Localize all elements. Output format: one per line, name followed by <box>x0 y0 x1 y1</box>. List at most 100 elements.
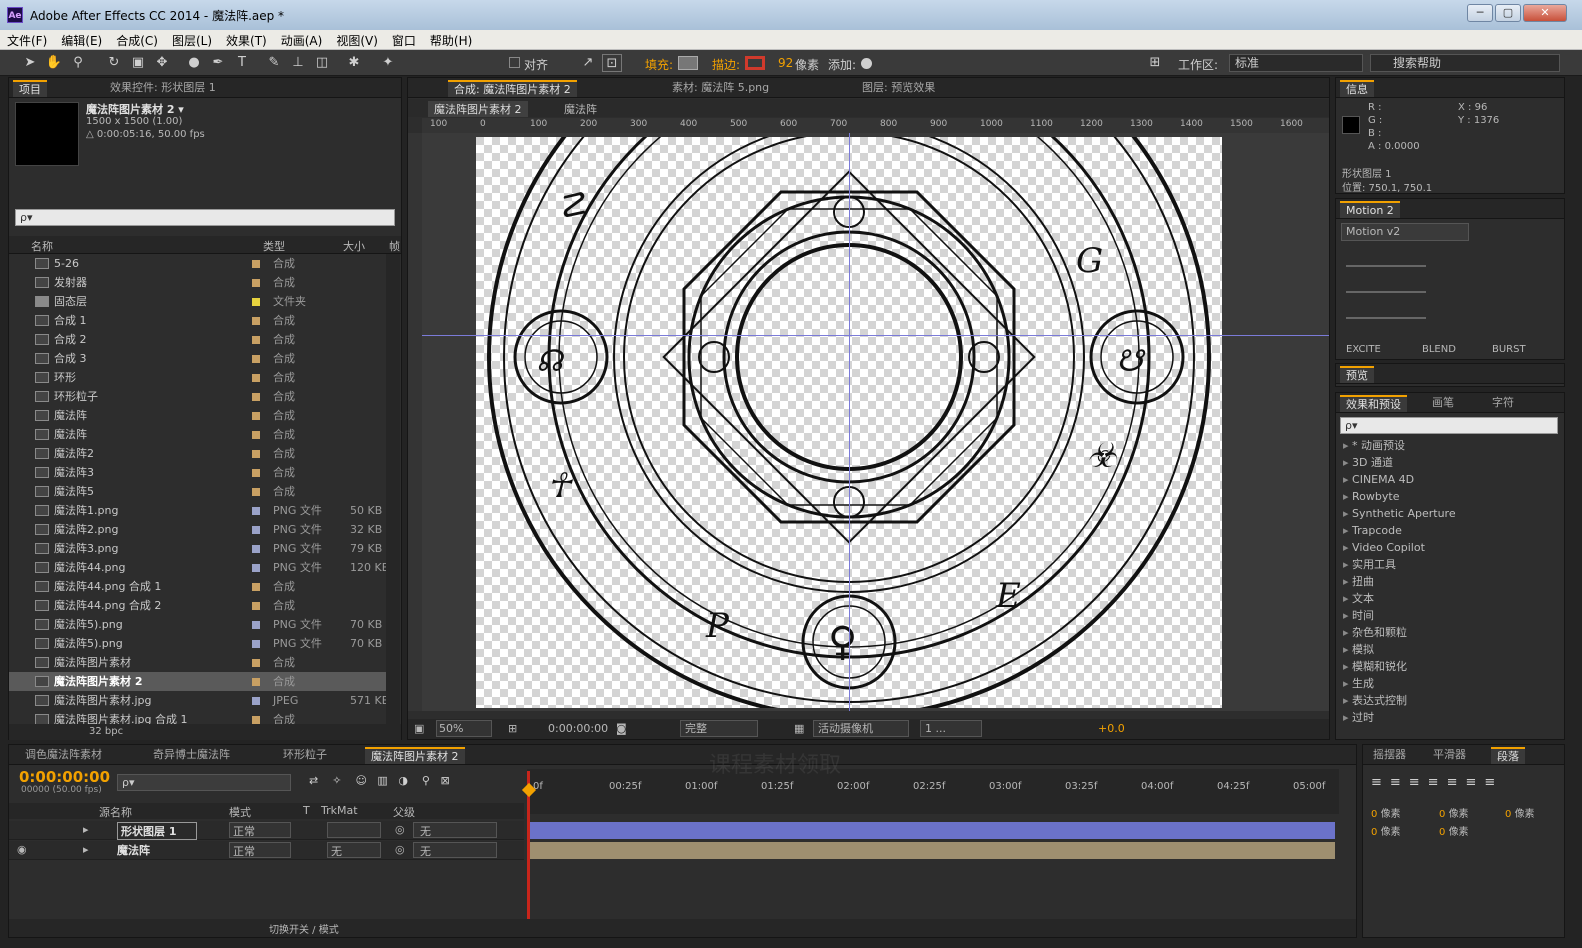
tab-wiggler[interactable]: 摇摆器 <box>1367 747 1412 764</box>
shy-icon[interactable]: ☺ <box>355 774 366 787</box>
help-search-input[interactable]: 搜索帮助 <box>1370 54 1560 72</box>
col-source-name[interactable]: 源名称 <box>99 804 132 820</box>
project-item[interactable]: 合成 3 合成 <box>9 349 394 368</box>
project-item[interactable]: 魔法阵44.png 合成 2 合成 <box>9 596 394 615</box>
project-item[interactable]: 魔法阵5 合成 <box>9 482 394 501</box>
tab-info[interactable]: 信息 <box>1340 80 1374 97</box>
col-fps[interactable]: 帧 <box>389 238 400 254</box>
label-color-swatch[interactable] <box>252 260 260 268</box>
tab-character[interactable]: 字符 <box>1486 395 1520 412</box>
label-color-swatch[interactable] <box>252 279 260 287</box>
timeline-timecode[interactable]: 0:00:00:00 <box>19 768 110 786</box>
project-item[interactable]: 魔法阵5).png PNG 文件 70 KB <box>9 634 394 653</box>
workspace-select[interactable]: 标准 <box>1229 54 1363 72</box>
project-item[interactable]: 魔法阵2.png PNG 文件 32 KB <box>9 520 394 539</box>
expand-chevron-icon[interactable]: ▸ <box>83 823 89 836</box>
effect-category[interactable]: 生成 <box>1343 675 1374 692</box>
effect-category[interactable]: 模拟 <box>1343 641 1374 658</box>
exposure-value[interactable]: +0.0 <box>1098 722 1125 735</box>
timeline-layer-row[interactable]: ◉ ▸ 魔法阵 正常 无 ◎ 无 <box>9 841 524 860</box>
effect-category[interactable]: 时间 <box>1343 607 1374 624</box>
label-color-swatch[interactable] <box>252 678 260 686</box>
pickwhip-icon[interactable]: ◎ <box>395 823 405 836</box>
paragraph-align-buttons[interactable]: ≡≡≡≡≡≡≡ <box>1371 775 1503 790</box>
timeline-tab[interactable]: 奇异博士魔法阵 <box>147 747 236 764</box>
layer-name[interactable]: 魔法阵 <box>117 842 150 858</box>
menu-view[interactable]: 视图(V) <box>329 30 385 51</box>
label-color-swatch[interactable] <box>252 507 260 515</box>
motion-slider-1[interactable] <box>1346 265 1426 267</box>
effect-category[interactable]: Video Copilot <box>1343 539 1425 556</box>
layer-trkmat-select[interactable]: 无 <box>327 842 381 858</box>
label-color-swatch[interactable] <box>252 583 260 591</box>
toggle-switches-modes[interactable]: 切换开关 / 模式 <box>269 921 339 936</box>
comp-viewer[interactable]: ☡ G ☣ E P ☥ ♀ ☊ ☋ <box>422 133 1329 711</box>
space-after[interactable]: 0 像素 <box>1439 823 1469 838</box>
effect-category[interactable]: 实用工具 <box>1343 556 1396 573</box>
camera-tool-icon[interactable]: ▣ <box>128 54 148 72</box>
effect-category[interactable]: 文本 <box>1343 590 1374 607</box>
layer-trkmat-select[interactable] <box>327 822 381 838</box>
menu-edit[interactable]: 编辑(E) <box>54 30 109 51</box>
menu-composition[interactable]: 合成(C) <box>109 30 165 51</box>
label-color-swatch[interactable] <box>252 488 260 496</box>
tab-preview[interactable]: 预览 <box>1340 366 1374 383</box>
label-color-swatch[interactable] <box>252 317 260 325</box>
label-color-swatch[interactable] <box>252 336 260 344</box>
comp-mini-flowchart-icon[interactable]: ⇄ <box>309 774 318 787</box>
col-mode[interactable]: 模式 <box>229 804 251 820</box>
effect-category[interactable]: 模糊和锐化 <box>1343 658 1407 675</box>
project-item[interactable]: 魔法阵2 合成 <box>9 444 394 463</box>
brainstorm-icon[interactable]: ⊠ <box>440 774 449 787</box>
tab-composition[interactable]: 合成: 魔法阵图片素材 2 <box>448 80 577 97</box>
blend-button[interactable]: BLEND <box>1422 344 1456 355</box>
project-item[interactable]: 魔法阵3 合成 <box>9 463 394 482</box>
effect-category[interactable]: Trapcode <box>1343 522 1402 539</box>
tab-paragraph[interactable]: 段落 <box>1491 747 1525 764</box>
label-color-swatch[interactable] <box>252 450 260 458</box>
stroke-label[interactable]: 描边: <box>712 56 740 73</box>
motion-slider-3[interactable] <box>1346 317 1426 319</box>
label-color-swatch[interactable] <box>252 412 260 420</box>
label-color-swatch[interactable] <box>252 526 260 534</box>
crumb-parent[interactable]: 魔法阵 <box>564 101 597 117</box>
pickwhip-icon[interactable]: ◎ <box>395 843 405 856</box>
minimize-button[interactable]: ─ <box>1467 4 1493 22</box>
project-item[interactable]: 固态层 文件夹 <box>9 292 394 311</box>
project-item[interactable]: 合成 2 合成 <box>9 330 394 349</box>
tab-footage[interactable]: 素材: 魔法阵 5.png <box>666 80 775 97</box>
project-item[interactable]: 合成 1 合成 <box>9 311 394 330</box>
label-color-swatch[interactable] <box>252 545 260 553</box>
pen-tool-icon[interactable]: ✒ <box>208 54 228 72</box>
col-parent[interactable]: 父级 <box>393 804 415 820</box>
ellipse-tool-icon[interactable]: ● <box>184 54 204 72</box>
effect-category[interactable]: * 动画预设 <box>1343 437 1405 454</box>
effect-category[interactable]: 扭曲 <box>1343 573 1374 590</box>
layer-mode-select[interactable]: 正常 <box>229 842 291 858</box>
zoom-select[interactable]: 50% <box>436 720 492 737</box>
project-item[interactable]: 魔法阵 合成 <box>9 425 394 444</box>
layer-duration-bar[interactable] <box>529 822 1335 839</box>
effect-category[interactable]: 过时 <box>1343 709 1374 726</box>
indent-first[interactable]: 0 像素 <box>1439 805 1469 820</box>
label-color-swatch[interactable] <box>252 393 260 401</box>
indent-right[interactable]: 0 像素 <box>1505 805 1535 820</box>
graph-editor-icon[interactable]: ⚲ <box>422 774 430 787</box>
project-item[interactable]: 魔法阵5).png PNG 文件 70 KB <box>9 615 394 634</box>
motion-slider-2[interactable] <box>1346 291 1426 293</box>
project-item[interactable]: 魔法阵44.png PNG 文件 120 KB <box>9 558 394 577</box>
burst-button[interactable]: BURST <box>1492 344 1526 355</box>
timeline-search-input[interactable]: ρ▾ <box>117 774 291 791</box>
tab-motion[interactable]: Motion 2 <box>1340 201 1400 218</box>
align-checkbox[interactable] <box>509 57 520 68</box>
project-scrollbar[interactable] <box>386 254 400 724</box>
layer-duration-bar[interactable] <box>529 842 1335 859</box>
stroke-swatch[interactable] <box>745 56 765 70</box>
project-item[interactable]: 魔法阵44.png 合成 1 合成 <box>9 577 394 596</box>
views-select[interactable]: 1 ... <box>920 720 982 737</box>
fill-label[interactable]: 填充: <box>645 56 673 73</box>
brush-tool-icon[interactable]: ✎ <box>264 54 284 72</box>
effect-category[interactable]: Rowbyte <box>1343 488 1399 505</box>
guide-horizontal[interactable] <box>422 335 1329 336</box>
label-color-swatch[interactable] <box>252 298 260 306</box>
